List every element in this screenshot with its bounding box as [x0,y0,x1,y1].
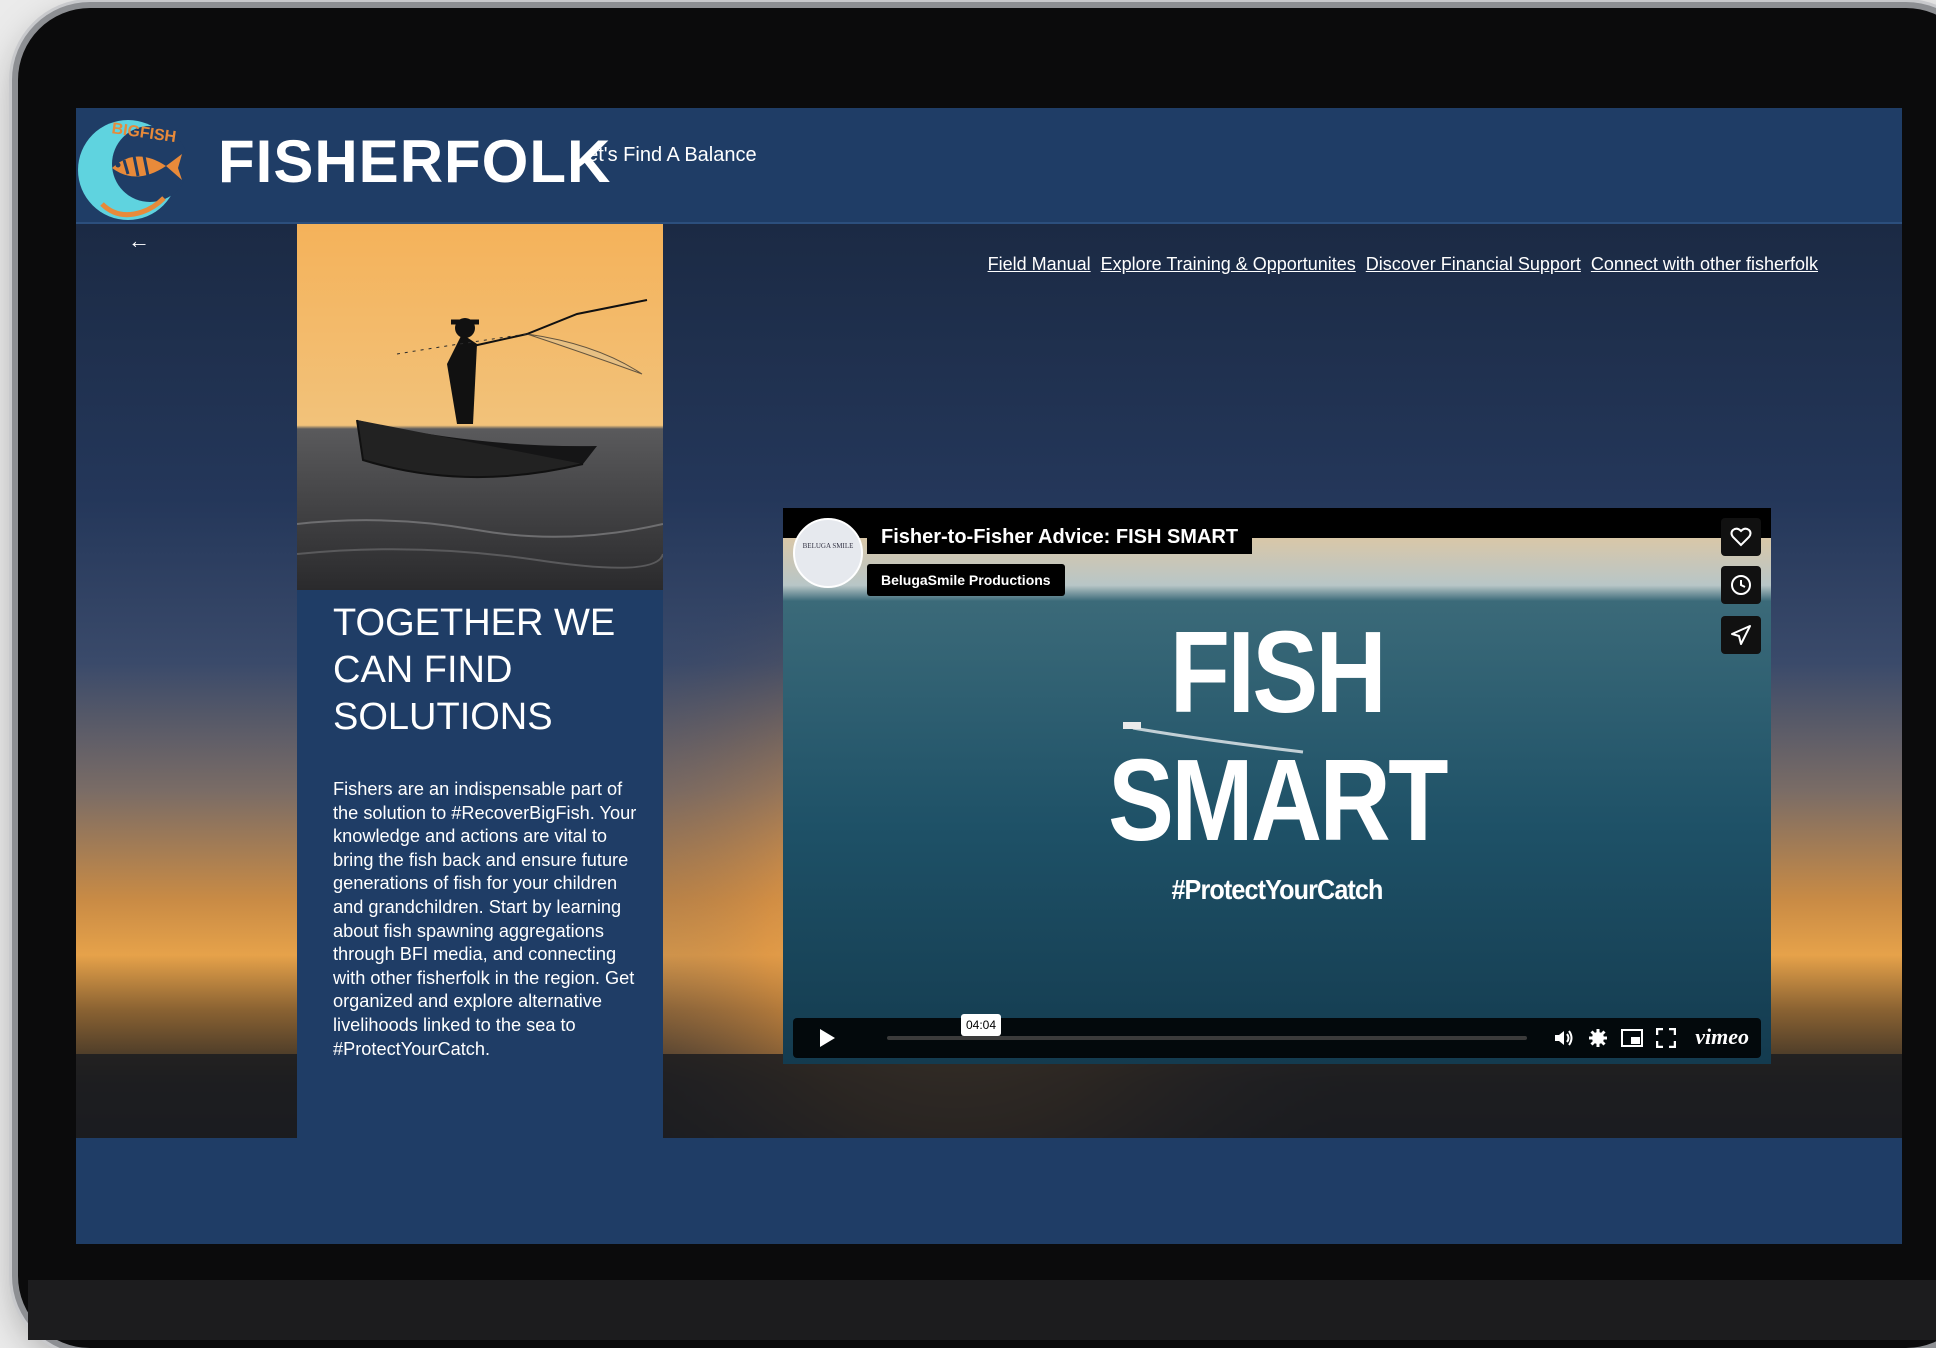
hero-section: ← TOGETHER WE CAN FIND SOLUTIONS Fishers… [76,224,1902,1138]
clock-icon [1731,575,1751,595]
panel-heading: TOGETHER WE CAN FIND SOLUTIONS [333,602,616,738]
video-title[interactable]: Fisher-to-Fisher Advice: FISH SMART [867,520,1253,554]
settings-icon [1589,1029,1607,1047]
panel-body-text: Fishers are an indispensable part of the… [333,779,637,1059]
pip-button[interactable] [1619,1026,1645,1050]
like-button[interactable] [1721,518,1761,556]
bigfish-logo[interactable]: BIGFISH [76,108,186,232]
heart-icon [1730,527,1752,547]
intro-panel: TOGETHER WE CAN FIND SOLUTIONS Fishers a… [297,224,663,1138]
video-byline[interactable]: BelugaSmile Productions [867,564,1065,596]
settings-button[interactable] [1585,1026,1611,1050]
channel-avatar-text: BELUGA SMILE [802,542,854,550]
volume-button[interactable] [1551,1026,1577,1050]
site-header: BIGFISH FISHERFOLK Let's Find A Balance [76,108,1902,224]
progress-bar[interactable]: 04:04 [887,1014,1527,1040]
site-tagline: Let's Find A Balance [576,144,757,166]
play-icon [820,1029,835,1047]
fullscreen-button[interactable] [1653,1026,1679,1050]
vimeo-logo[interactable]: vimeo [1695,1024,1749,1050]
channel-avatar[interactable]: BELUGA SMILE [793,518,863,588]
video-overlay-fish: FISH [1169,607,1387,737]
vimeo-video-player[interactable]: BELUGA SMILE Fisher-to-Fisher Advice: FI… [783,508,1771,1064]
send-icon [1731,625,1751,645]
site-title[interactable]: FISHERFOLK [218,126,611,198]
pip-icon [1621,1029,1643,1047]
site-footer [76,1138,1902,1244]
video-overlay-hashtag: #ProtectYourCatch [1171,874,1383,905]
browser-viewport: BIGFISH FISHERFOLK Let's Find A Balance … [76,108,1902,1244]
volume-icon [1555,1030,1573,1046]
video-overlay-smart: SMART [1108,735,1448,865]
fisherman-photo [297,224,663,590]
nav-field-manual[interactable]: Field Manual [988,254,1091,275]
back-arrow[interactable]: ← [128,228,150,254]
duration-badge: 04:04 [961,1014,1002,1036]
laptop-base [28,1280,1936,1340]
nav-financial-support[interactable]: Discover Financial Support [1366,254,1581,275]
nav-explore-training[interactable]: Explore Training & Opportunites [1101,254,1356,275]
watch-later-button[interactable] [1721,566,1761,604]
fullscreen-icon [1656,1028,1676,1048]
share-button[interactable] [1721,616,1761,654]
play-button[interactable] [807,1024,847,1052]
player-controls: 04:04 vimeo [793,1014,1761,1058]
main-nav: Field Manual Explore Training & Opportun… [988,254,1818,275]
nav-connect-fisherfolk[interactable]: Connect with other fisherfolk [1591,254,1818,275]
